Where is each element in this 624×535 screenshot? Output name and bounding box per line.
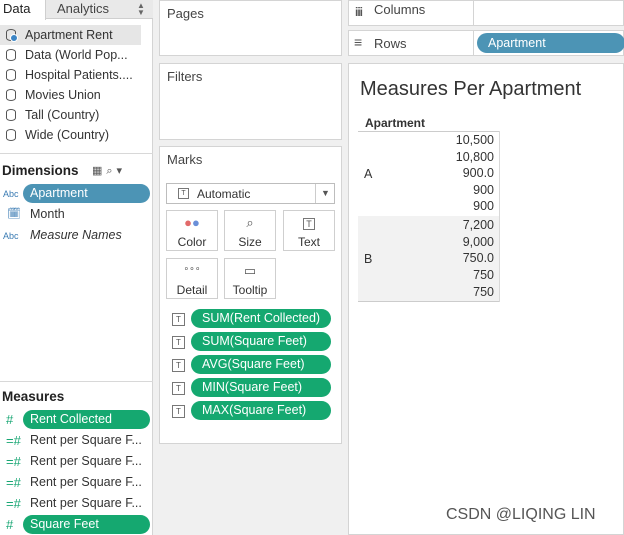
row-label[interactable]: A [364, 167, 372, 181]
measures-title: Measures [2, 389, 65, 404]
table-cell: 10,500 [455, 133, 494, 147]
calc-number-icon: =# [6, 475, 21, 490]
tab-scroll-arrows-icon[interactable]: ▲ ▼ [137, 2, 145, 17]
measure-field[interactable]: # Rent Collected [0, 409, 153, 430]
detail-dots-icon: ∘∘∘ [183, 263, 201, 273]
datasource-item[interactable]: Apartment Rent [0, 25, 141, 45]
filters-card[interactable]: Filters [159, 63, 342, 140]
datasource-item[interactable]: Wide (Country) [0, 125, 141, 145]
view-search-menu-icon[interactable]: ▦⌕▾ [92, 164, 126, 178]
table-cell: 10,800 [455, 150, 494, 164]
table-cell: 900.0 [462, 166, 494, 180]
rows-icon: ≡ [354, 34, 363, 50]
marks-pill[interactable]: MIN(Square Feet) [191, 378, 331, 397]
database-connected-icon [6, 29, 18, 42]
data-pane: Data Analytics ▲ ▼ Apartment Rent Data (W… [0, 0, 153, 535]
database-icon [6, 89, 16, 101]
marks-text-button[interactable]: T Text [283, 210, 335, 251]
field-pill: Square Feet [23, 515, 150, 534]
table-cell: 750.0 [462, 251, 494, 265]
text-encoding-icon: T [172, 359, 185, 372]
dimension-field-apartment[interactable]: Abc Apartment [0, 183, 153, 204]
measure-field[interactable]: =# Rent per Square F... [0, 451, 153, 472]
color-dots-icon: ●● [184, 215, 200, 230]
database-icon [6, 129, 16, 141]
database-icon [6, 109, 16, 121]
tab-data[interactable]: Data [0, 0, 46, 20]
calendar-icon: 🗓 [7, 208, 21, 220]
columns-icon: iii [355, 5, 363, 19]
pages-card[interactable]: Pages [159, 0, 342, 56]
dimensions-title: Dimensions [2, 163, 79, 178]
table-cell: 900 [473, 199, 494, 213]
tooltip-icon: ▭ [243, 263, 257, 278]
size-icon: ⌕ [246, 215, 254, 230]
chevron-down-icon: ▼ [315, 184, 335, 203]
columns-shelf[interactable]: iii Columns [348, 0, 624, 26]
worksheet-title: Measures Per Apartment [360, 78, 582, 100]
marks-pill[interactable]: AVG(Square Feet) [191, 355, 331, 374]
row-label[interactable]: B [364, 252, 372, 266]
divider [0, 153, 153, 154]
dimension-field-month[interactable]: 🗓 Month [0, 204, 153, 225]
measure-field[interactable]: =# Rent per Square F... [0, 430, 153, 451]
table-cell: 900 [473, 183, 494, 197]
number-type-icon: # [6, 517, 14, 532]
datasource-item[interactable]: Data (World Pop... [0, 45, 141, 65]
tab-analytics[interactable]: Analytics [47, 0, 139, 19]
measure-field[interactable]: # Square Feet [0, 514, 153, 535]
dimension-field-measure-names[interactable]: Abc Measure Names [0, 225, 153, 246]
table-cell: 9,000 [462, 235, 494, 249]
divider [0, 381, 153, 382]
filters-title: Filters [167, 69, 203, 84]
calc-number-icon: =# [6, 454, 21, 469]
text-encoding-icon: T [172, 336, 185, 349]
measure-field[interactable]: =# Rent per Square F... [0, 472, 153, 493]
marks-size-button[interactable]: ⌕ Size [224, 210, 276, 251]
mark-type-dropdown[interactable]: T Automatic ▼ [166, 183, 335, 204]
text-encoding-icon: T [172, 405, 185, 418]
table-cell: 7,200 [462, 218, 494, 232]
table-cell: 750 [473, 268, 494, 282]
pages-title: Pages [167, 6, 204, 21]
marks-detail-button[interactable]: ∘∘∘ Detail [166, 258, 218, 299]
text-encoding-icon: T [172, 313, 185, 326]
field-pill: Apartment [23, 184, 150, 203]
database-icon [6, 49, 16, 61]
marks-pill[interactable]: MAX(Square Feet) [191, 401, 331, 420]
number-type-icon: # [6, 412, 14, 427]
column-header: Apartment [365, 116, 426, 130]
marks-color-button[interactable]: ●● Color [166, 210, 218, 251]
text-encoding-icon: T [172, 382, 185, 395]
datasource-item[interactable]: Hospital Patients.... [0, 65, 141, 85]
text-icon: T [284, 215, 334, 235]
database-icon [6, 69, 16, 81]
datasource-item[interactable]: Tall (Country) [0, 105, 141, 125]
string-type-icon: Abc [3, 189, 19, 199]
rows-pill-apartment[interactable]: Apartment [477, 33, 624, 53]
string-type-icon: Abc [3, 231, 19, 241]
datasource-item[interactable]: Movies Union [0, 85, 141, 105]
marks-pill[interactable]: SUM(Square Feet) [191, 332, 331, 351]
marks-title: Marks [167, 152, 203, 167]
rows-shelf[interactable]: ≡ Rows Apartment [348, 30, 624, 56]
marks-pill[interactable]: SUM(Rent Collected) [191, 309, 331, 328]
field-pill: Rent Collected [23, 410, 150, 429]
watermark: CSDN @LIQING LIN [446, 506, 596, 523]
marks-tooltip-button[interactable]: ▭ Tooltip [224, 258, 276, 299]
table-cell: 750 [473, 285, 494, 299]
text-mark-icon: T [178, 188, 189, 199]
measure-field[interactable]: =# Rent per Square F... [0, 493, 153, 514]
calc-number-icon: =# [6, 496, 21, 511]
calc-number-icon: =# [6, 433, 21, 448]
